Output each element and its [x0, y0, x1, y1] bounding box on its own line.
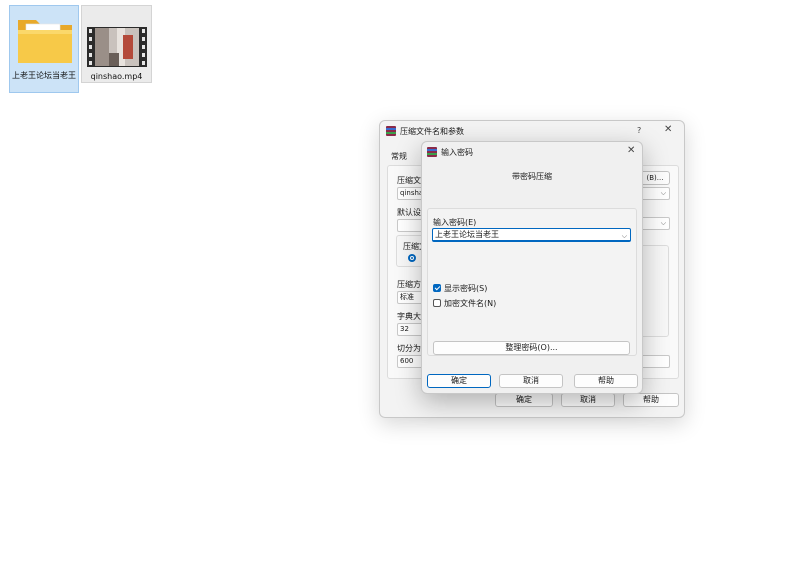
format-rar-radio[interactable]: [408, 254, 416, 262]
password-heading: 带密码压缩: [512, 172, 552, 181]
password-input-value: 上老王论坛当老王: [435, 230, 499, 239]
show-password-label: 显示密码(S): [444, 284, 488, 293]
desktop-video-item[interactable]: qinshao.mp4: [81, 5, 152, 83]
chevron-down-icon: ⌵: [660, 219, 666, 227]
method-label: 压缩方: [397, 280, 421, 289]
encrypt-filenames-checkbox[interactable]: [433, 299, 441, 307]
archive-ok-button[interactable]: 确定: [495, 393, 553, 407]
password-help-button[interactable]: 帮助: [574, 374, 638, 388]
tab-general[interactable]: 常规: [391, 151, 407, 162]
password-input[interactable]: 上老王论坛当老王 ⌵: [432, 228, 631, 242]
folder-label: 上老王论坛当老王: [12, 71, 76, 80]
archive-name-dropdown[interactable]: ⌵: [640, 187, 670, 200]
winrar-app-icon: [427, 147, 437, 157]
desktop-folder-item[interactable]: 上老王论坛当老王: [9, 5, 79, 93]
chevron-down-icon: ⌵: [621, 232, 627, 240]
update-mode-dropdown[interactable]: ⌵: [640, 217, 670, 230]
help-title-button[interactable]: ?: [637, 126, 641, 136]
chevron-down-icon: ⌵: [660, 189, 666, 197]
video-thumbnail-icon: [87, 27, 147, 67]
split-label: 切分为: [397, 344, 421, 353]
split-unit-dropdown[interactable]: [640, 355, 670, 368]
dict-size-label: 字典大: [397, 312, 421, 321]
archive-name-label: 压缩文: [397, 176, 421, 185]
archive-help-button[interactable]: 帮助: [623, 393, 679, 407]
password-dialog-title: 输入密码: [441, 148, 473, 157]
archive-dialog-title: 压缩文件名和参数: [400, 127, 464, 136]
show-password-checkbox[interactable]: [433, 284, 441, 292]
browse-button[interactable]: (B)...: [640, 171, 670, 185]
password-ok-button[interactable]: 确定: [427, 374, 491, 388]
video-label: qinshao.mp4: [90, 72, 143, 81]
password-close-button[interactable]: ✕: [627, 146, 635, 156]
password-label: 输入密码(E): [433, 218, 477, 227]
folder-icon: [18, 20, 72, 63]
archive-close-button[interactable]: ✕: [664, 125, 672, 135]
password-cancel-button[interactable]: 取消: [499, 374, 563, 388]
winrar-app-icon: [386, 126, 396, 136]
organize-passwords-button[interactable]: 整理密码(O)...: [433, 341, 630, 355]
archive-cancel-button[interactable]: 取消: [561, 393, 615, 407]
encrypt-filenames-label: 加密文件名(N): [444, 299, 497, 308]
default-profile-label: 默认设: [397, 208, 421, 217]
password-dialog: 输入密码 ✕ 带密码压缩 输入密码(E) 上老王论坛当老王 ⌵ 显示密码(S) …: [421, 141, 643, 394]
